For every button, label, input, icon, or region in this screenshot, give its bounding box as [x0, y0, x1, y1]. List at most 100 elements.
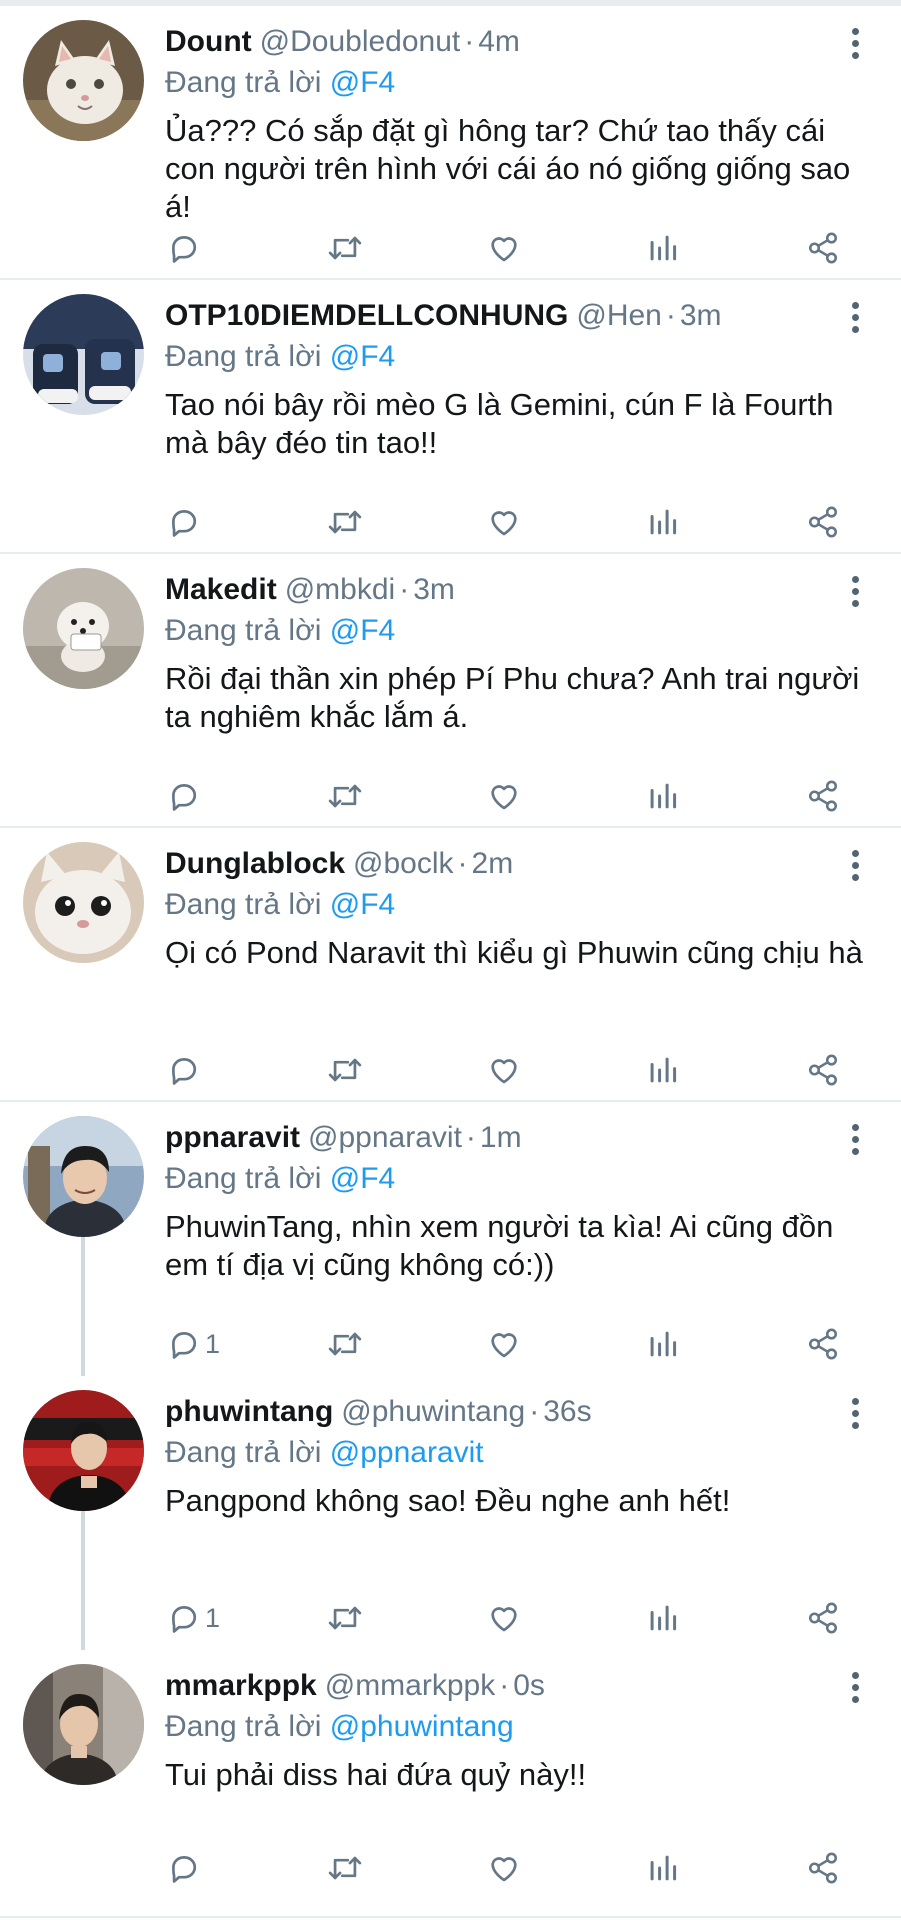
reply-mention-link[interactable]: @F4	[330, 340, 395, 373]
share-button[interactable]	[806, 776, 840, 816]
reply-mention-link[interactable]: @F4	[330, 888, 395, 921]
author-handle[interactable]: @Doubledonut	[260, 25, 461, 58]
avatar[interactable]	[23, 1390, 144, 1511]
tweet[interactable]: Dount @Doubledonut · 4m Đang trả lời @F4 Ủa…	[0, 6, 901, 280]
like-button[interactable]	[487, 1848, 521, 1888]
reply-feed: Dount @Doubledonut · 4m Đang trả lời @F4 Ủa…	[0, 6, 901, 1918]
analytics-button[interactable]	[648, 776, 678, 816]
tweet[interactable]: phuwintang @phuwintang · 36s Đang trả lời @…	[0, 1376, 901, 1658]
like-button[interactable]	[487, 502, 521, 542]
reply-icon	[172, 1856, 197, 1883]
tweet[interactable]: Makedit @mbkdi · 3m Đang trả lời @F4 Rồi đạ…	[0, 554, 901, 828]
more-options-icon[interactable]	[849, 576, 861, 610]
reply-mention-link[interactable]: @ppnaravit	[330, 1436, 484, 1469]
avatar[interactable]	[23, 20, 144, 141]
analytics-button[interactable]	[648, 502, 678, 542]
share-button[interactable]	[806, 228, 840, 268]
share-button[interactable]	[806, 1848, 840, 1888]
tweet[interactable]: mmarkppk @mmarkppk · 0s Đang trả lời @phuwi…	[0, 1650, 901, 1918]
reply-mention-link[interactable]: @phuwintang	[330, 1710, 514, 1743]
avatar[interactable]	[23, 568, 144, 689]
author-name[interactable]: Dount	[165, 25, 252, 58]
timestamp[interactable]: 2m	[472, 847, 514, 880]
author-handle[interactable]: @ppnaravit	[308, 1121, 462, 1154]
tweet-header: ppnaravit @ppnaravit · 1m	[165, 1116, 831, 1160]
tweet[interactable]: ppnaravit @ppnaravit · 1m Đang trả lời @F4 …	[0, 1102, 901, 1384]
analytics-button[interactable]	[648, 1598, 678, 1638]
timestamp[interactable]: 36s	[543, 1395, 591, 1428]
more-options-icon[interactable]	[849, 1124, 861, 1158]
timestamp[interactable]: 4m	[478, 25, 520, 58]
author-handle[interactable]: @boclk	[353, 847, 454, 880]
author-handle[interactable]: @mmarkppk	[325, 1669, 495, 1702]
like-button[interactable]	[487, 228, 521, 268]
retweet-button[interactable]	[326, 1324, 364, 1364]
more-options-icon[interactable]	[849, 302, 861, 336]
reply-button[interactable]: 1	[167, 1324, 220, 1364]
reply-count: 1	[205, 1602, 221, 1633]
author-handle[interactable]: @mbkdi	[285, 573, 395, 606]
share-icon	[808, 780, 838, 812]
separator: ·	[529, 1395, 540, 1428]
heart-icon	[491, 1857, 517, 1882]
analytics-button[interactable]	[648, 1324, 678, 1364]
author-name[interactable]: Makedit	[165, 573, 277, 606]
reply-mention-link[interactable]: @F4	[330, 614, 395, 647]
retweet-button[interactable]	[326, 1050, 364, 1090]
reply-button[interactable]: 1	[167, 1598, 220, 1638]
reply-button[interactable]	[167, 1848, 205, 1888]
reply-button[interactable]	[167, 1050, 205, 1090]
timestamp[interactable]: 3m	[680, 299, 722, 332]
retweet-button[interactable]	[326, 776, 364, 816]
reply-mention-link[interactable]: @F4	[330, 1162, 395, 1195]
heart-icon	[491, 785, 517, 810]
author-name[interactable]: mmarkppk	[165, 1669, 317, 1702]
retweet-button[interactable]	[326, 1848, 364, 1888]
reply-button[interactable]	[167, 776, 205, 816]
retweet-button[interactable]	[326, 1598, 364, 1638]
author-handle[interactable]: @Hen	[576, 299, 662, 332]
more-options-icon[interactable]	[849, 1672, 861, 1706]
tweet[interactable]: Dunglablock @boclk · 2m Đang trả lời @F4 Ọi…	[0, 828, 901, 1102]
reply-icon	[172, 784, 197, 811]
reply-button[interactable]	[167, 502, 205, 542]
timestamp[interactable]: 3m	[413, 573, 455, 606]
retweet-button[interactable]	[326, 228, 364, 268]
like-button[interactable]	[487, 1324, 521, 1364]
retweet-button[interactable]	[326, 502, 364, 542]
avatar[interactable]	[23, 1116, 144, 1237]
share-button[interactable]	[806, 1324, 840, 1364]
analytics-button[interactable]	[648, 1050, 678, 1090]
reply-mention-link[interactable]: @F4	[330, 66, 395, 99]
more-options-icon[interactable]	[849, 850, 861, 884]
timestamp[interactable]: 1m	[480, 1121, 522, 1154]
share-button[interactable]	[806, 1598, 840, 1638]
share-button[interactable]	[806, 1050, 840, 1090]
reply-button[interactable]	[167, 228, 205, 268]
author-name[interactable]: OTP10DIEMDELLCONHUNG	[165, 299, 568, 332]
author-name[interactable]: phuwintang	[165, 1395, 333, 1428]
analytics-button[interactable]	[648, 1848, 678, 1888]
tweet[interactable]: OTP10DIEMDELLCONHUNG @Hen · 3m Đang trả lời…	[0, 280, 901, 554]
more-options-icon[interactable]	[849, 28, 861, 62]
more-options-icon[interactable]	[849, 1398, 861, 1432]
share-button[interactable]	[806, 502, 840, 542]
avatar[interactable]	[23, 842, 144, 963]
author-name[interactable]: Dunglablock	[165, 847, 345, 880]
analytics-button[interactable]	[648, 228, 678, 268]
avatar[interactable]	[23, 1664, 144, 1785]
tweet-actions: 1	[0, 1598, 901, 1638]
heart-icon	[491, 1059, 517, 1084]
like-button[interactable]	[487, 1050, 521, 1090]
timestamp[interactable]: 0s	[513, 1669, 545, 1702]
author-name[interactable]: ppnaravit	[165, 1121, 300, 1154]
separator: ·	[457, 847, 468, 880]
like-button[interactable]	[487, 1598, 521, 1638]
tweet-actions	[0, 228, 901, 268]
like-button[interactable]	[487, 776, 521, 816]
tweet-actions	[0, 502, 901, 542]
author-handle[interactable]: @phuwintang	[341, 1395, 525, 1428]
reply-icon	[172, 1332, 197, 1359]
tweet-header: mmarkppk @mmarkppk · 0s	[165, 1664, 831, 1708]
avatar[interactable]	[23, 294, 144, 415]
